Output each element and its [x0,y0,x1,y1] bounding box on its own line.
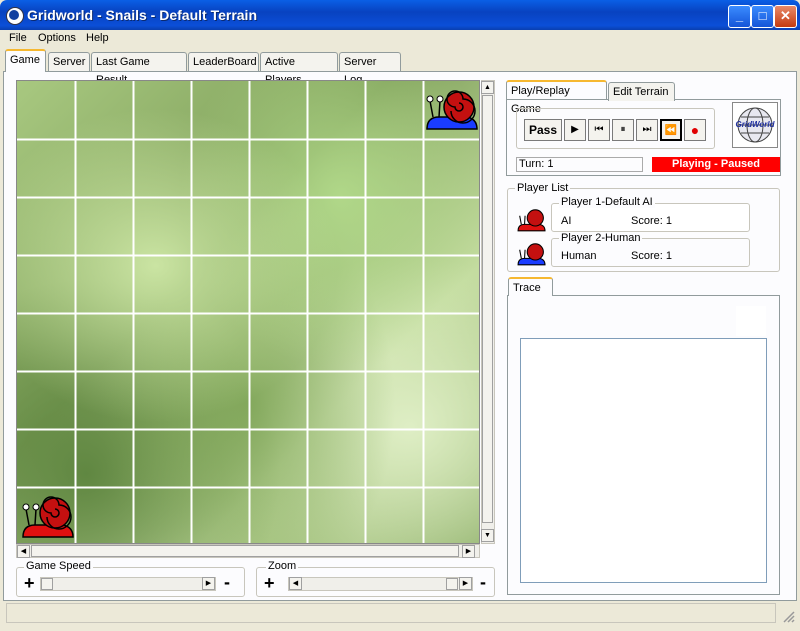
minimize-button[interactable]: _ [728,5,751,28]
player2-name: Player 2-Human [559,232,643,244]
menu-help[interactable]: Help [86,32,109,44]
turn-indicator: Turn: 1 [516,157,643,172]
rewind-icon[interactable]: ⏪ [660,119,682,141]
tab-leaderboard[interactable]: LeaderBoard [188,52,259,71]
skip-last-icon[interactable]: ⏭ [636,119,658,141]
maximize-button[interactable]: □ [751,5,774,28]
status-bar [6,603,776,623]
tab-last-game-result[interactable]: Last Game Result [91,52,187,86]
pass-button[interactable]: Pass [524,119,562,141]
player1-snail-icon [515,205,547,233]
blue-snail-icon[interactable] [423,83,479,135]
player2-type: Human [561,250,597,262]
menu-file[interactable]: File [9,32,27,44]
resize-grip-icon[interactable] [781,609,795,623]
player1-type: AI [561,215,572,227]
player-list-label: Player List [515,182,571,194]
zoom-right-arrow[interactable]: ▶ [459,577,472,590]
scroll-left-button[interactable]: ◀ [17,545,30,558]
tab-server-log[interactable]: Server Log [339,52,401,86]
player1-score: Score: 1 [631,215,672,227]
tab-play-replay[interactable]: Play/Replay Game [506,80,607,115]
scroll-up-button[interactable]: ▲ [481,81,494,94]
game-board[interactable] [16,80,480,544]
horizontal-scroll-thumb[interactable] [31,545,459,557]
zoom-in-button[interactable]: + [264,574,275,592]
zoom-left-arrow[interactable]: ◀ [289,577,302,590]
scroll-right-button[interactable]: ▶ [462,545,475,558]
tab-game[interactable]: Game [5,49,46,72]
trace-text-area[interactable] [520,338,767,583]
zoom-label: Zoom [266,560,299,572]
game-speed-label: Game Speed [24,560,93,572]
record-icon[interactable]: ● [684,119,706,141]
zoom-out-button[interactable]: - [480,572,486,593]
menu-options[interactable]: Options [38,32,76,44]
menu-bar [0,30,800,49]
trace-blank-box [736,306,766,336]
play-icon[interactable]: ▶ [564,119,586,141]
game-speed-slider[interactable] [40,577,216,591]
tab-trace[interactable]: Trace [508,277,553,296]
app-icon[interactable] [6,7,24,25]
red-snail-icon[interactable] [19,489,75,541]
window-title: Gridworld - Snails - Default Terrain [27,7,257,23]
speed-decrease-button[interactable]: - [224,572,230,593]
skip-first-icon[interactable]: ⏮ [588,119,610,141]
pause-icon[interactable]: ⏸ [612,119,634,141]
zoom-thumb[interactable] [446,578,458,590]
speed-right-arrow[interactable]: ▶ [202,577,215,590]
player2-score: Score: 1 [631,250,672,262]
player1-name: Player 1-Default AI [559,196,655,208]
speed-increase-button[interactable]: + [24,574,35,592]
tab-active-players[interactable]: Active Players [260,52,338,86]
board-grid [17,81,479,543]
scroll-down-button[interactable]: ▼ [481,529,494,542]
player2-snail-icon [515,239,547,267]
tab-edit-terrain[interactable]: Edit Terrain [608,82,675,101]
gridworld-logo: GridWorld [732,102,778,148]
tab-server[interactable]: Server [48,52,90,71]
close-button[interactable]: ✕ [774,5,797,28]
logo-text: GridWorld [735,120,775,129]
game-speed-thumb[interactable] [41,578,53,590]
game-state-badge: Playing - Paused [652,157,780,172]
vertical-scroll-thumb[interactable] [482,95,493,523]
